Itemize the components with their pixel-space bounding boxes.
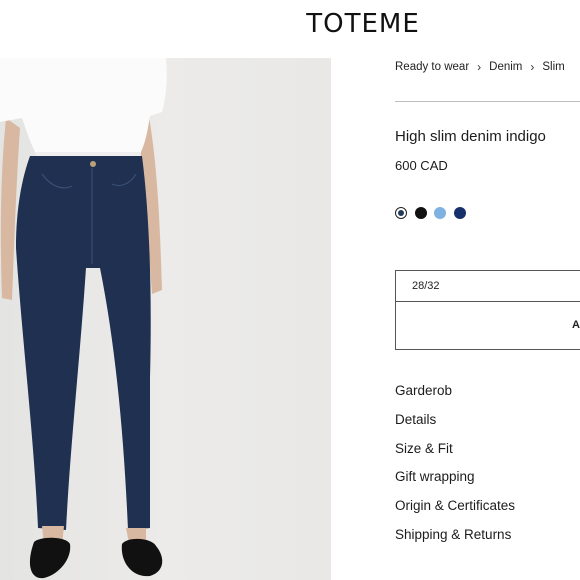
accordion-item-details[interactable]: Details (395, 410, 515, 439)
brand-logo[interactable]: TOTEME (0, 6, 580, 42)
product-info-accordion: Garderob Details Size & Fit Gift wrappin… (395, 381, 515, 554)
breadcrumb: Ready to wear › Denim › Slim (395, 60, 565, 74)
breadcrumb-item-slim[interactable]: Slim (542, 61, 564, 73)
product-title: High slim denim indigo (395, 128, 546, 145)
color-swatch-light-blue[interactable] (434, 207, 446, 219)
breadcrumb-item-denim[interactable]: Denim (489, 61, 522, 73)
add-to-bag-label: A (572, 319, 580, 331)
color-swatch-indigo[interactable] (395, 207, 407, 219)
product-photo-illustration (0, 58, 167, 579)
chevron-right-icon: › (530, 60, 535, 74)
size-select[interactable]: 28/32 (395, 270, 580, 302)
accordion-item-gift-wrapping[interactable]: Gift wrapping (395, 467, 515, 496)
color-swatch-black[interactable] (414, 207, 427, 219)
size-select-value: 28/32 (412, 280, 440, 292)
color-swatch-navy[interactable] (453, 207, 466, 219)
accordion-item-shipping-returns[interactable]: Shipping & Returns (395, 525, 515, 554)
accordion-item-size-fit[interactable]: Size & Fit (395, 439, 515, 468)
accordion-item-origin-certificates[interactable]: Origin & Certificates (395, 496, 515, 525)
color-swatches (395, 207, 473, 219)
chevron-right-icon: › (477, 60, 482, 74)
divider (395, 101, 580, 102)
product-price: 600 CAD (395, 158, 448, 173)
breadcrumb-item-ready-to-wear[interactable]: Ready to wear (395, 61, 469, 73)
add-to-bag-button[interactable]: A (395, 301, 580, 350)
product-image[interactable] (0, 58, 331, 580)
accordion-item-garderob[interactable]: Garderob (395, 381, 515, 410)
